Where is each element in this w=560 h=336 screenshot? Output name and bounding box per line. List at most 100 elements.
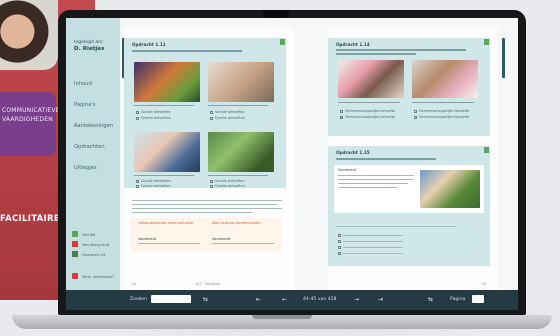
sidebar-item-paginas[interactable]: Pagina's	[66, 95, 120, 116]
legend-label: Overigen k3	[82, 251, 106, 257]
background-label: FACILITAIRE	[0, 214, 60, 224]
checkbox[interactable]	[340, 116, 343, 119]
page-input[interactable]	[472, 295, 484, 303]
right-page: Opdracht 1.14 Gemeenschappelijke behoeft…	[328, 28, 498, 290]
photo-children-together	[412, 60, 478, 98]
photo-caption	[134, 175, 194, 177]
checkbox[interactable]	[210, 111, 213, 114]
legend-item: Verrijkt	[72, 229, 109, 239]
first-page-icon[interactable]: ⇤	[256, 290, 261, 310]
sidebar-item-inhoud[interactable]: Inhoud	[66, 74, 120, 95]
photo-elderly-woman	[208, 62, 274, 102]
reader-toolbar: Zoeken ⇆ ⇤ ← 44-45 van 428 → ⇥ ⇆ Pagina	[66, 290, 518, 310]
option-line	[343, 247, 403, 249]
laptop-base-lip	[252, 315, 312, 319]
background-card-line-2: VAARDIGHEDEN	[2, 116, 53, 123]
left-page: Opdracht 1.11 Sociale behoeften Fysieke …	[124, 28, 294, 290]
photo-caption	[134, 105, 194, 107]
text-line	[336, 226, 456, 228]
search-submit-icon[interactable]: ⇆	[203, 290, 208, 310]
checkbox[interactable]	[136, 117, 139, 120]
text-line	[132, 212, 252, 214]
task-instruction	[336, 53, 416, 55]
more-info-link[interactable]: Meer informatie?	[72, 273, 114, 279]
checkbox-label: Fysieke behoeften	[141, 184, 171, 188]
text-line	[132, 204, 277, 206]
sidebar-item-uitlegjes[interactable]: Uitlegjes	[66, 158, 120, 179]
column-head-2: Non-verbale communicatie	[212, 221, 261, 225]
legend: Verrijkt Verrijking kind Overigen k3	[72, 229, 109, 259]
example-label-1: Voorbeeld	[138, 237, 157, 241]
page-number-right: 25	[482, 282, 487, 286]
checkbox[interactable]	[136, 180, 139, 183]
legend-item: Verrijking kind	[72, 239, 109, 249]
page-number-left: 24	[132, 282, 137, 286]
page-footer: ICT · Facilitair	[196, 282, 221, 286]
checkbox-label: Sociale behoeften	[141, 110, 171, 114]
last-page-icon[interactable]: ⇥	[378, 290, 383, 310]
task-number-badge	[484, 39, 489, 45]
checkbox-label: Fysieke behoeften	[141, 116, 171, 120]
task-title: Opdracht 1.11	[132, 42, 166, 47]
text-line	[338, 179, 414, 181]
checkbox-label: Gemeenschappelijke behoefte	[345, 115, 396, 119]
task-title: Opdracht 1.15	[336, 150, 370, 155]
text-line	[132, 200, 282, 202]
task-instruction	[336, 49, 466, 51]
checkbox[interactable]	[338, 234, 341, 237]
photo-children-playing	[338, 60, 404, 98]
sidebar-nav: Inhoud Pagina's Aantekeningen Opdrachten…	[66, 74, 120, 179]
checkbox[interactable]	[414, 110, 417, 113]
photo-outdoor	[208, 132, 274, 172]
checkbox-label: Fysieke behoeften	[215, 116, 245, 120]
checkbox-label: Gemeenschappelijke behoefte	[419, 109, 470, 113]
previous-page-icon[interactable]: ←	[282, 290, 287, 310]
task-instruction	[336, 158, 436, 160]
page-label: Pagina	[450, 297, 466, 302]
photo-caption	[208, 105, 268, 107]
text-line	[338, 187, 398, 189]
checkbox[interactable]	[338, 252, 341, 255]
checkbox[interactable]	[338, 246, 341, 249]
legend-swatch	[72, 251, 78, 257]
checkbox[interactable]	[340, 110, 343, 113]
checkbox[interactable]	[136, 111, 139, 114]
legend-label: Verrijking kind	[82, 241, 110, 247]
background-card: COMMUNICATIEVE VAARDIGHEDEN	[0, 92, 59, 156]
zoom-input[interactable]	[151, 295, 191, 303]
checkbox-label: Sociale behoeften	[141, 179, 171, 183]
more-info-label: Meer informatie?	[82, 273, 115, 279]
option-line	[343, 241, 403, 243]
checkbox-label: Gemeenschappelijke behoefte	[419, 115, 470, 119]
sidebar-item-opdrachten[interactable]: Opdrachten	[66, 137, 120, 158]
legend-swatch	[72, 231, 78, 237]
checkbox[interactable]	[210, 180, 213, 183]
checkbox[interactable]	[136, 185, 139, 188]
checkbox[interactable]	[414, 116, 417, 119]
text-line	[338, 175, 414, 177]
task-instruction	[132, 50, 242, 52]
right-scroll-handle[interactable]	[502, 38, 505, 78]
option-line	[343, 253, 403, 255]
task-number-badge	[280, 39, 285, 45]
login-label: Ingelogd als:	[74, 40, 104, 45]
option-line	[343, 235, 403, 237]
photo-children-bench	[420, 170, 480, 208]
photo-child-lights	[134, 62, 200, 102]
goto-page-icon[interactable]: ⇆	[428, 290, 433, 310]
text-line	[212, 243, 274, 245]
legend-swatch	[72, 241, 78, 247]
checkbox-label: Gemeenschappelijke behoefte	[345, 109, 396, 113]
checkbox[interactable]	[210, 117, 213, 120]
laptop-notch	[263, 10, 289, 18]
checkbox-label: Sociale behoeften	[215, 179, 245, 183]
legend-item: Overigen k3	[72, 249, 109, 259]
next-page-icon[interactable]: →	[354, 290, 359, 310]
sidebar: Ingelogd als: D. Rietjes Inhoud Pagina's…	[66, 18, 120, 290]
task-title: Opdracht 1.14	[336, 42, 370, 47]
checkbox[interactable]	[210, 185, 213, 188]
sidebar-item-aantekeningen[interactable]: Aantekeningen	[66, 116, 120, 137]
checkbox[interactable]	[338, 240, 341, 243]
page-counter: 44-45 van 428	[303, 297, 337, 302]
checkbox-label: Sociale behoeften	[215, 110, 245, 114]
